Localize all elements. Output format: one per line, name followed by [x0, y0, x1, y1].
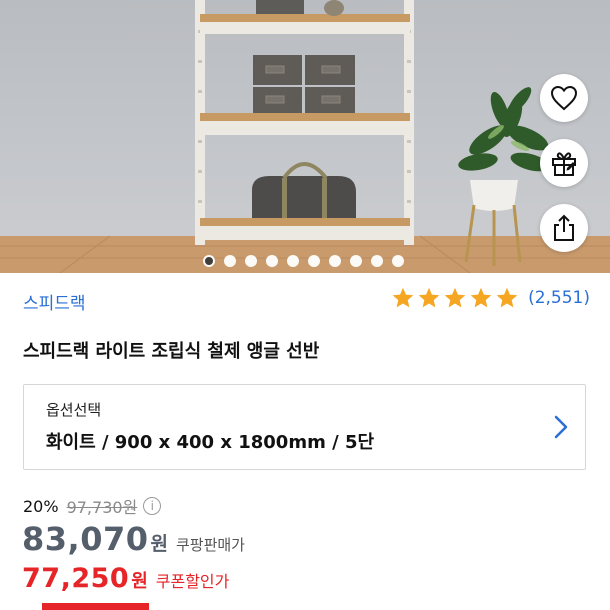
gift-icon	[552, 152, 576, 176]
star-icon	[444, 287, 466, 308]
carousel-dot[interactable]	[245, 255, 257, 267]
option-selector[interactable]: 옵션선택 화이트 / 900 x 400 x 1800mm / 5단	[23, 384, 586, 470]
carousel-dot[interactable]	[224, 255, 236, 267]
star-icon	[392, 287, 414, 308]
coupon-price-label: 쿠폰할인가	[155, 572, 230, 591]
sale-price: 83,070	[22, 520, 149, 558]
gift-button[interactable]	[540, 139, 588, 187]
info-icon[interactable]: i	[143, 497, 162, 515]
original-price: 97,730원	[66, 498, 138, 517]
chevron-right-icon	[554, 415, 568, 439]
star-icon	[496, 287, 518, 308]
review-count-link[interactable]: (2,551)	[528, 288, 590, 308]
product-photo	[0, 0, 610, 273]
coupon-price-currency: 원	[131, 571, 148, 592]
coupon-highlight-bar	[42, 603, 149, 610]
carousel-indicators	[203, 255, 404, 269]
carousel-dot[interactable]	[287, 255, 299, 267]
carousel-dot[interactable]	[203, 255, 215, 267]
product-image-carousel[interactable]	[0, 0, 610, 273]
sale-price-row: 83,070 원 쿠팡판매가	[22, 520, 245, 558]
discount-rate: 20%	[23, 496, 59, 516]
product-title: 스피드랙 라이트 조립식 철제 앵글 선반	[23, 341, 320, 362]
sale-price-currency: 원	[150, 533, 168, 555]
carousel-dot[interactable]	[308, 255, 320, 267]
coupon-price-row: 77,250 원 쿠폰할인가	[22, 563, 229, 594]
star-icon	[470, 287, 492, 308]
heart-icon	[550, 85, 578, 111]
brand-link[interactable]: 스피드랙	[23, 289, 86, 314]
coupon-price: 77,250	[22, 563, 130, 594]
discount-row: 20% 97,730원 i	[23, 494, 162, 518]
carousel-dot[interactable]	[329, 255, 341, 267]
carousel-dot[interactable]	[371, 255, 383, 267]
rating[interactable]: (2,551)	[391, 286, 590, 310]
favorite-button[interactable]	[540, 74, 588, 122]
option-label: 옵션선택	[46, 401, 102, 419]
share-icon	[554, 214, 574, 241]
star-icon	[418, 287, 440, 308]
option-value: 화이트 / 900 x 400 x 1800mm / 5단	[46, 432, 375, 453]
sale-price-label: 쿠팡판매가	[175, 536, 245, 554]
share-button[interactable]	[540, 204, 588, 252]
carousel-dot[interactable]	[350, 255, 362, 267]
carousel-dot[interactable]	[266, 255, 278, 267]
carousel-dot[interactable]	[392, 255, 404, 267]
